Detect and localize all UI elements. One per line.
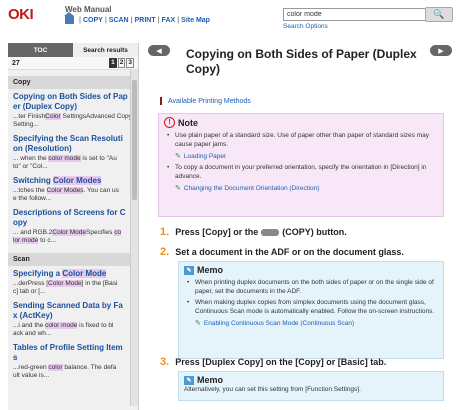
related-link[interactable]: Available Printing Methods (160, 97, 251, 105)
note-box: ! Note Use plain paper of a standard siz… (158, 113, 444, 217)
step-3: 3. Press [Duplex Copy] on the [Copy] or … (160, 356, 386, 368)
memo-heading: ✎ Memo (179, 372, 443, 386)
orientation-link[interactable]: ✎ Changing the Document Orientation (Dire… (159, 184, 443, 193)
note-icon: ! (164, 117, 175, 128)
page-title: Copying on Both Sides of Paper (Duplex C… (186, 47, 417, 76)
results-scrollbar[interactable] (130, 70, 138, 406)
pager: 1 2 3 (109, 58, 134, 68)
link-icon: ✎ (175, 185, 181, 192)
link-text[interactable]: Enabling Continuous Scan Mode (Continuou… (204, 320, 354, 327)
link-icon: ✎ (195, 320, 201, 327)
link-icon: ✎ (175, 153, 181, 160)
result-title[interactable]: Specifying the Scan Resoluti on (Resoluti… (13, 134, 133, 154)
step-2: 2. Set a document in the ADF or on the d… (160, 246, 404, 258)
result-title[interactable]: Sending Scanned Data by Fa x (ActKey) (13, 301, 133, 321)
nav-copy[interactable]: COPY (83, 17, 103, 24)
result-snippet: ...red-green color balance. The defa ult … (13, 364, 117, 379)
result-snippet: ...tches the Color Modes. You can us e th… (13, 187, 119, 202)
step-1: 1. Press [Copy] or the (COPY) button. (160, 226, 347, 238)
available-printing-methods-link[interactable]: Available Printing Methods (168, 98, 251, 105)
nav-print[interactable]: PRINT (135, 17, 156, 24)
section-heading-scan: Scan (8, 253, 138, 266)
nav-scan[interactable]: SCAN (109, 17, 129, 24)
page-2-button[interactable]: 2 (117, 58, 126, 68)
note-item: To copy a document in your preferred ori… (159, 164, 439, 181)
memo-box: ✎ Memo When printing duplex documents on… (178, 261, 444, 359)
result-title[interactable]: Copying on Both Sides of Pap er (Duplex C… (13, 92, 133, 112)
result-title[interactable]: Specifying a Color Mode (13, 269, 133, 279)
note-title: Note (178, 117, 198, 128)
link-text[interactable]: Loading Paper (184, 153, 226, 160)
memo-text: Alternatively, you can set this setting … (184, 386, 361, 393)
note-heading: ! Note (159, 114, 443, 131)
page-3-button[interactable]: 3 (126, 58, 134, 68)
result-bar: 27 1 2 3 (8, 57, 138, 70)
result-snippet: ... and RGB.2Color ModeSpecifies co lor m… (13, 229, 122, 244)
search-button[interactable]: 🔍 (425, 7, 453, 22)
result-title[interactable]: Descriptions of Screens for Copy (13, 208, 133, 228)
list-item[interactable]: Specifying the Scan Resoluti on (Resoluti… (8, 131, 138, 173)
search-input[interactable] (283, 8, 427, 21)
result-snippet: ...ter FinishColor SettingsAdvanced Copy… (13, 113, 132, 128)
step-text: (COPY) button. (282, 227, 347, 237)
step-text: Press [Copy] or the (175, 227, 259, 237)
note-item: Use plain paper of a standard size. Use … (159, 132, 439, 149)
step-number: 3. (160, 356, 170, 368)
memo-heading: ✎ Memo (179, 262, 443, 278)
scrollbar-thumb[interactable] (132, 80, 137, 200)
loading-paper-link[interactable]: ✎ Loading Paper (159, 152, 443, 161)
nav-fax[interactable]: FAX (162, 17, 176, 24)
step-text: Press [Duplex Copy] on the [Copy] or [Ba… (175, 357, 387, 367)
results-list: Copy Copying on Both Sides of Pap er (Dup… (8, 70, 138, 406)
list-item[interactable]: Tables of Profile Setting Item s ...red-g… (8, 340, 138, 382)
memo-title: Memo (197, 375, 224, 385)
next-page-button[interactable]: ▶ (430, 45, 452, 56)
result-count: 27 (12, 59, 20, 67)
step-number: 1. (160, 226, 170, 238)
memo-icon: ✎ (184, 265, 194, 275)
memo-title: Memo (197, 265, 224, 275)
search-icon: 🔍 (433, 9, 445, 19)
oki-logo[interactable]: OKI (8, 6, 34, 23)
search-options-link[interactable]: Search Options (283, 23, 328, 30)
result-title[interactable]: Tables of Profile Setting Item s (13, 343, 133, 363)
nav-site-map[interactable]: Site Map (181, 17, 210, 24)
link-text[interactable]: Changing the Document Orientation (Direc… (184, 185, 319, 192)
step-text: Set a document in the ADF or on the docu… (175, 247, 404, 257)
page-1-button[interactable]: 1 (109, 58, 117, 68)
tab-search-results[interactable]: Search results (73, 43, 138, 57)
copy-button-icon (261, 228, 280, 236)
result-snippet: ...derPress [Color Mode] in the [Basi c] … (13, 280, 118, 295)
chevron-right-icon: ▶ (438, 47, 444, 55)
tab-toc[interactable]: TOC (8, 43, 73, 57)
list-item[interactable]: Descriptions of Screens for Copy ... and… (8, 205, 138, 247)
home-icon[interactable] (64, 12, 74, 24)
search-results-panel: TOC Search results 27 1 2 3 Copy Copying… (8, 43, 139, 410)
step-number: 2. (160, 246, 170, 258)
prev-page-button[interactable]: ◀ (148, 45, 170, 56)
memo-box: ✎ Memo Alternatively, you can set this s… (178, 371, 444, 401)
memo-icon: ✎ (184, 375, 194, 385)
main-content: ◀ Copying on Both Sides of Paper (Duplex… (148, 43, 454, 410)
list-item[interactable]: Specifying a Color Mode ...derPress [Col… (8, 266, 138, 298)
marker-bar (160, 97, 162, 105)
result-snippet: ...i and the color mode is fixed to bl ac… (13, 322, 114, 337)
list-item[interactable]: Copying on Both Sides of Pap er (Duplex C… (8, 89, 138, 131)
chevron-left-icon: ◀ (156, 47, 162, 55)
list-item[interactable]: Switching Color Modes ...tches the Color… (8, 173, 138, 205)
continuous-scan-link[interactable]: ✎ Enabling Continuous Scan Mode (Continuo… (179, 319, 443, 328)
list-item[interactable]: Sending Scanned Data by Fa x (ActKey) ...… (8, 298, 138, 340)
panel-tabs: TOC Search results (8, 43, 138, 57)
top-nav: | COPY | SCAN | PRINT | FAX | Site Map (64, 12, 210, 24)
result-snippet: ... when the color mode is set to "Au to"… (13, 155, 117, 170)
section-heading-copy: Copy (8, 76, 138, 89)
memo-item: When making duplex copies from simplex d… (179, 299, 439, 316)
result-title[interactable]: Switching Color Modes (13, 176, 133, 186)
memo-item: When printing duplex documents on the bo… (179, 279, 439, 296)
header: OKI Web Manual | COPY | SCAN | PRINT | FAX |… (0, 0, 460, 40)
